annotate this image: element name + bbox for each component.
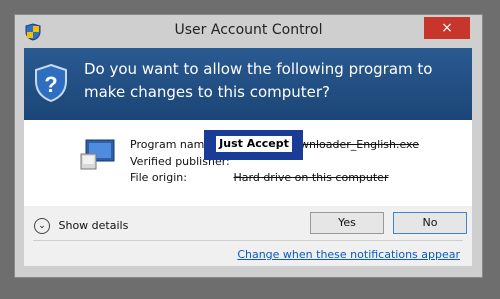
titlebar: User Account Control × [15,15,482,47]
close-button[interactable]: × [424,17,470,39]
footer-divider [33,240,463,241]
footer: ⌄ Show details Yes No Change when these … [24,206,472,266]
yes-button[interactable]: Yes [310,212,384,234]
origin-value: Hard drive on this computer [233,171,389,184]
uac-question: Do you want to allow the following progr… [84,60,433,101]
origin-row: File origin: Hard drive on this computer [130,170,419,187]
show-details-toggle[interactable]: ⌄ Show details [34,218,128,234]
svg-text:?: ? [44,72,57,97]
window-title: User Account Control [174,22,323,38]
uac-shield-icon: ? [35,63,67,103]
uac-header: ? Do you want to allow the following pro… [24,48,472,120]
change-notifications-link[interactable]: Change when these notifications appear [237,248,460,261]
program-icon [80,139,115,170]
origin-label: File origin: [130,171,187,184]
just-accept-overlay: Just Accept [204,130,303,160]
just-accept-label: Just Accept [216,136,292,152]
no-button[interactable]: No [393,212,467,234]
chevron-down-icon: ⌄ [34,218,50,234]
show-details-label: Show details [58,219,129,232]
